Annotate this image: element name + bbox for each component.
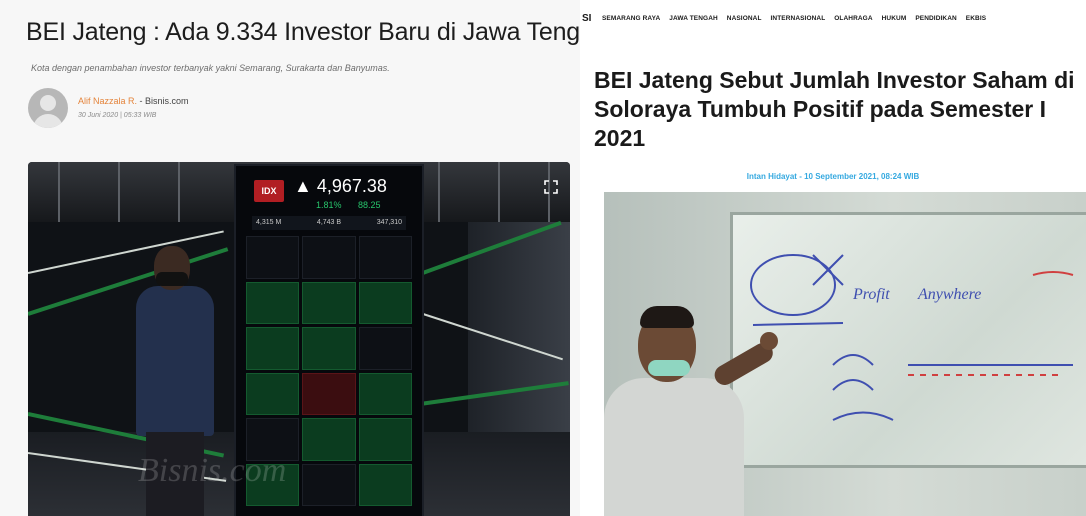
ticker-line	[28, 230, 224, 274]
article-subtitle: Kota dengan penambahan investor terbanya…	[31, 63, 390, 73]
article-photo[interactable]: IDX ▲ 4,967.38 1.81% 88.25 4,315 M 4,743…	[28, 162, 570, 516]
author-line: Alif Nazzala R. - Bisnis.com	[78, 96, 189, 106]
presenter-hair	[640, 306, 694, 328]
author-name-link[interactable]: Alif Nazzala R.	[78, 96, 137, 106]
nav-nasional[interactable]: NASIONAL	[727, 15, 762, 22]
site-logo[interactable]: SI	[582, 13, 591, 24]
nav-hukum[interactable]: HUKUM	[882, 15, 907, 22]
whiteboard: Profit Anywhere	[730, 212, 1086, 468]
stat-value: 4,743 B	[316, 219, 342, 226]
article-title[interactable]: BEI Jateng Sebut Jumlah Investor Saham d…	[594, 66, 1084, 153]
article-photo[interactable]: Profit Anywhere	[604, 192, 1086, 516]
whiteboard-text-profit: Profit	[852, 286, 890, 303]
index-number: 4,967.38	[316, 176, 387, 196]
nav-olahraga[interactable]: OLAHRAGA	[834, 15, 872, 22]
whiteboard-text-anywhere: Anywhere	[917, 286, 981, 303]
stat-frequency: 347,310	[376, 219, 402, 226]
index-change: 88.25	[358, 200, 381, 210]
article-title[interactable]: BEI Jateng : Ada 9.334 Investor Baru di …	[26, 18, 580, 47]
presenter-hand	[760, 332, 778, 350]
author-separator: -	[137, 96, 146, 106]
index-value: ▲ 4,967.38	[294, 176, 387, 196]
byline: Intan Hidayat - 10 September 2021, 08:24…	[746, 172, 920, 181]
presenter-body	[604, 378, 744, 516]
index-percent: 1.81%	[316, 200, 342, 210]
nav-internasional[interactable]: INTERNASIONAL	[771, 15, 826, 22]
idx-logo: IDX	[254, 180, 284, 202]
presenter-mask	[648, 360, 690, 376]
nav-menu: SEMARANG RAYA JAWA TENGAH NASIONAL INTER…	[602, 15, 986, 22]
watermark: Bisnis.com	[138, 452, 287, 489]
nav-pendidikan[interactable]: PENDIDIKAN	[915, 15, 956, 22]
expand-icon[interactable]	[544, 180, 558, 194]
wall-right	[468, 222, 570, 462]
whiteboard-drawing: Profit Anywhere	[750, 254, 1074, 421]
nav-jawa-tengah[interactable]: JAWA TENGAH	[669, 15, 718, 22]
right-article: SI SEMARANG RAYA JAWA TENGAH NASIONAL IN…	[580, 0, 1086, 516]
publish-date: 30 Juni 2020 | 05:33 WIB	[78, 112, 157, 119]
person-mask	[156, 272, 188, 286]
person-body	[136, 286, 214, 436]
stat-volume: 4,315 M	[256, 219, 282, 226]
nav-ekbis[interactable]: EKBIS	[966, 15, 986, 22]
author-source: Bisnis.com	[145, 96, 189, 106]
left-article: BEI Jateng : Ada 9.334 Investor Baru di …	[0, 0, 580, 516]
avatar	[28, 88, 68, 128]
index-stats: 4,315 M 4,743 B 347,310	[252, 216, 406, 230]
top-nav: SI SEMARANG RAYA JAWA TENGAH NASIONAL IN…	[580, 0, 1086, 36]
nav-semarang-raya[interactable]: SEMARANG RAYA	[602, 15, 660, 22]
